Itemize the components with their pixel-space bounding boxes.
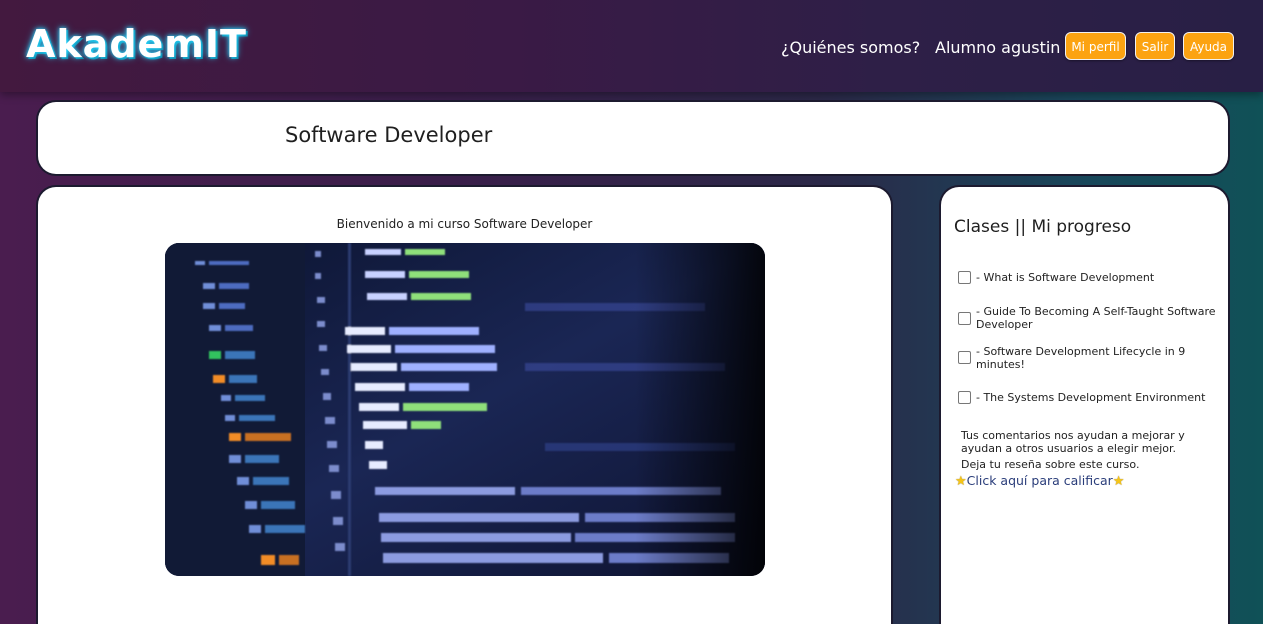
- sidebar-title: Clases || Mi progreso: [954, 217, 1132, 237]
- code-screen-illustration: [165, 243, 765, 576]
- course-cover-image: [165, 243, 765, 576]
- rate-link-label: Click aquí para calificar: [966, 473, 1113, 488]
- user-label: Alumno agustin: [935, 38, 1061, 57]
- lesson-checkbox[interactable]: [958, 271, 971, 284]
- site-logo[interactable]: AkademIT: [26, 22, 247, 66]
- course-main-card: Bienvenido a mi curso Software Developer: [38, 187, 891, 624]
- lesson-label: - The Systems Development Environment: [976, 391, 1206, 404]
- help-button[interactable]: Ayuda: [1183, 32, 1234, 60]
- lesson-label: - What is Software Development: [976, 271, 1155, 284]
- lesson-checkbox[interactable]: [958, 391, 971, 404]
- lesson-label: - Guide To Becoming A Self-Taught Softwa…: [976, 305, 1216, 331]
- star-icon: ★: [1112, 474, 1125, 489]
- logout-button[interactable]: Salir: [1135, 32, 1175, 60]
- lesson-checkbox[interactable]: [958, 351, 971, 364]
- review-prompt: Deja tu reseña sobre este curso.: [961, 458, 1140, 471]
- course-title-card: Software Developer: [38, 102, 1228, 174]
- top-navbar: AkademIT ¿Quiénes somos? Alumno agustin …: [0, 0, 1263, 92]
- lesson-item[interactable]: - What is Software Development: [958, 271, 1220, 285]
- rate-course-link[interactable]: ★Click aquí para calificar★: [955, 473, 1124, 489]
- lesson-item[interactable]: - Guide To Becoming A Self-Taught Softwa…: [958, 305, 1220, 333]
- welcome-text: Bienvenido a mi curso Software Developer: [336, 217, 593, 231]
- lesson-item[interactable]: - The Systems Development Environment: [958, 391, 1220, 405]
- profile-button[interactable]: Mi perfil: [1065, 32, 1126, 60]
- feedback-text: Tus comentarios nos ayudan a mejorar y a…: [961, 429, 1185, 455]
- lesson-checkbox[interactable]: [958, 312, 971, 325]
- star-icon: ★: [955, 474, 967, 489]
- page-title: Software Developer: [285, 123, 493, 147]
- progress-sidebar: Clases || Mi progreso - What is Software…: [941, 187, 1228, 624]
- lesson-label: - Software Development Lifecycle in 9 mi…: [976, 345, 1186, 371]
- about-link[interactable]: ¿Quiénes somos?: [781, 38, 920, 57]
- lesson-item[interactable]: - Software Development Lifecycle in 9 mi…: [958, 345, 1220, 373]
